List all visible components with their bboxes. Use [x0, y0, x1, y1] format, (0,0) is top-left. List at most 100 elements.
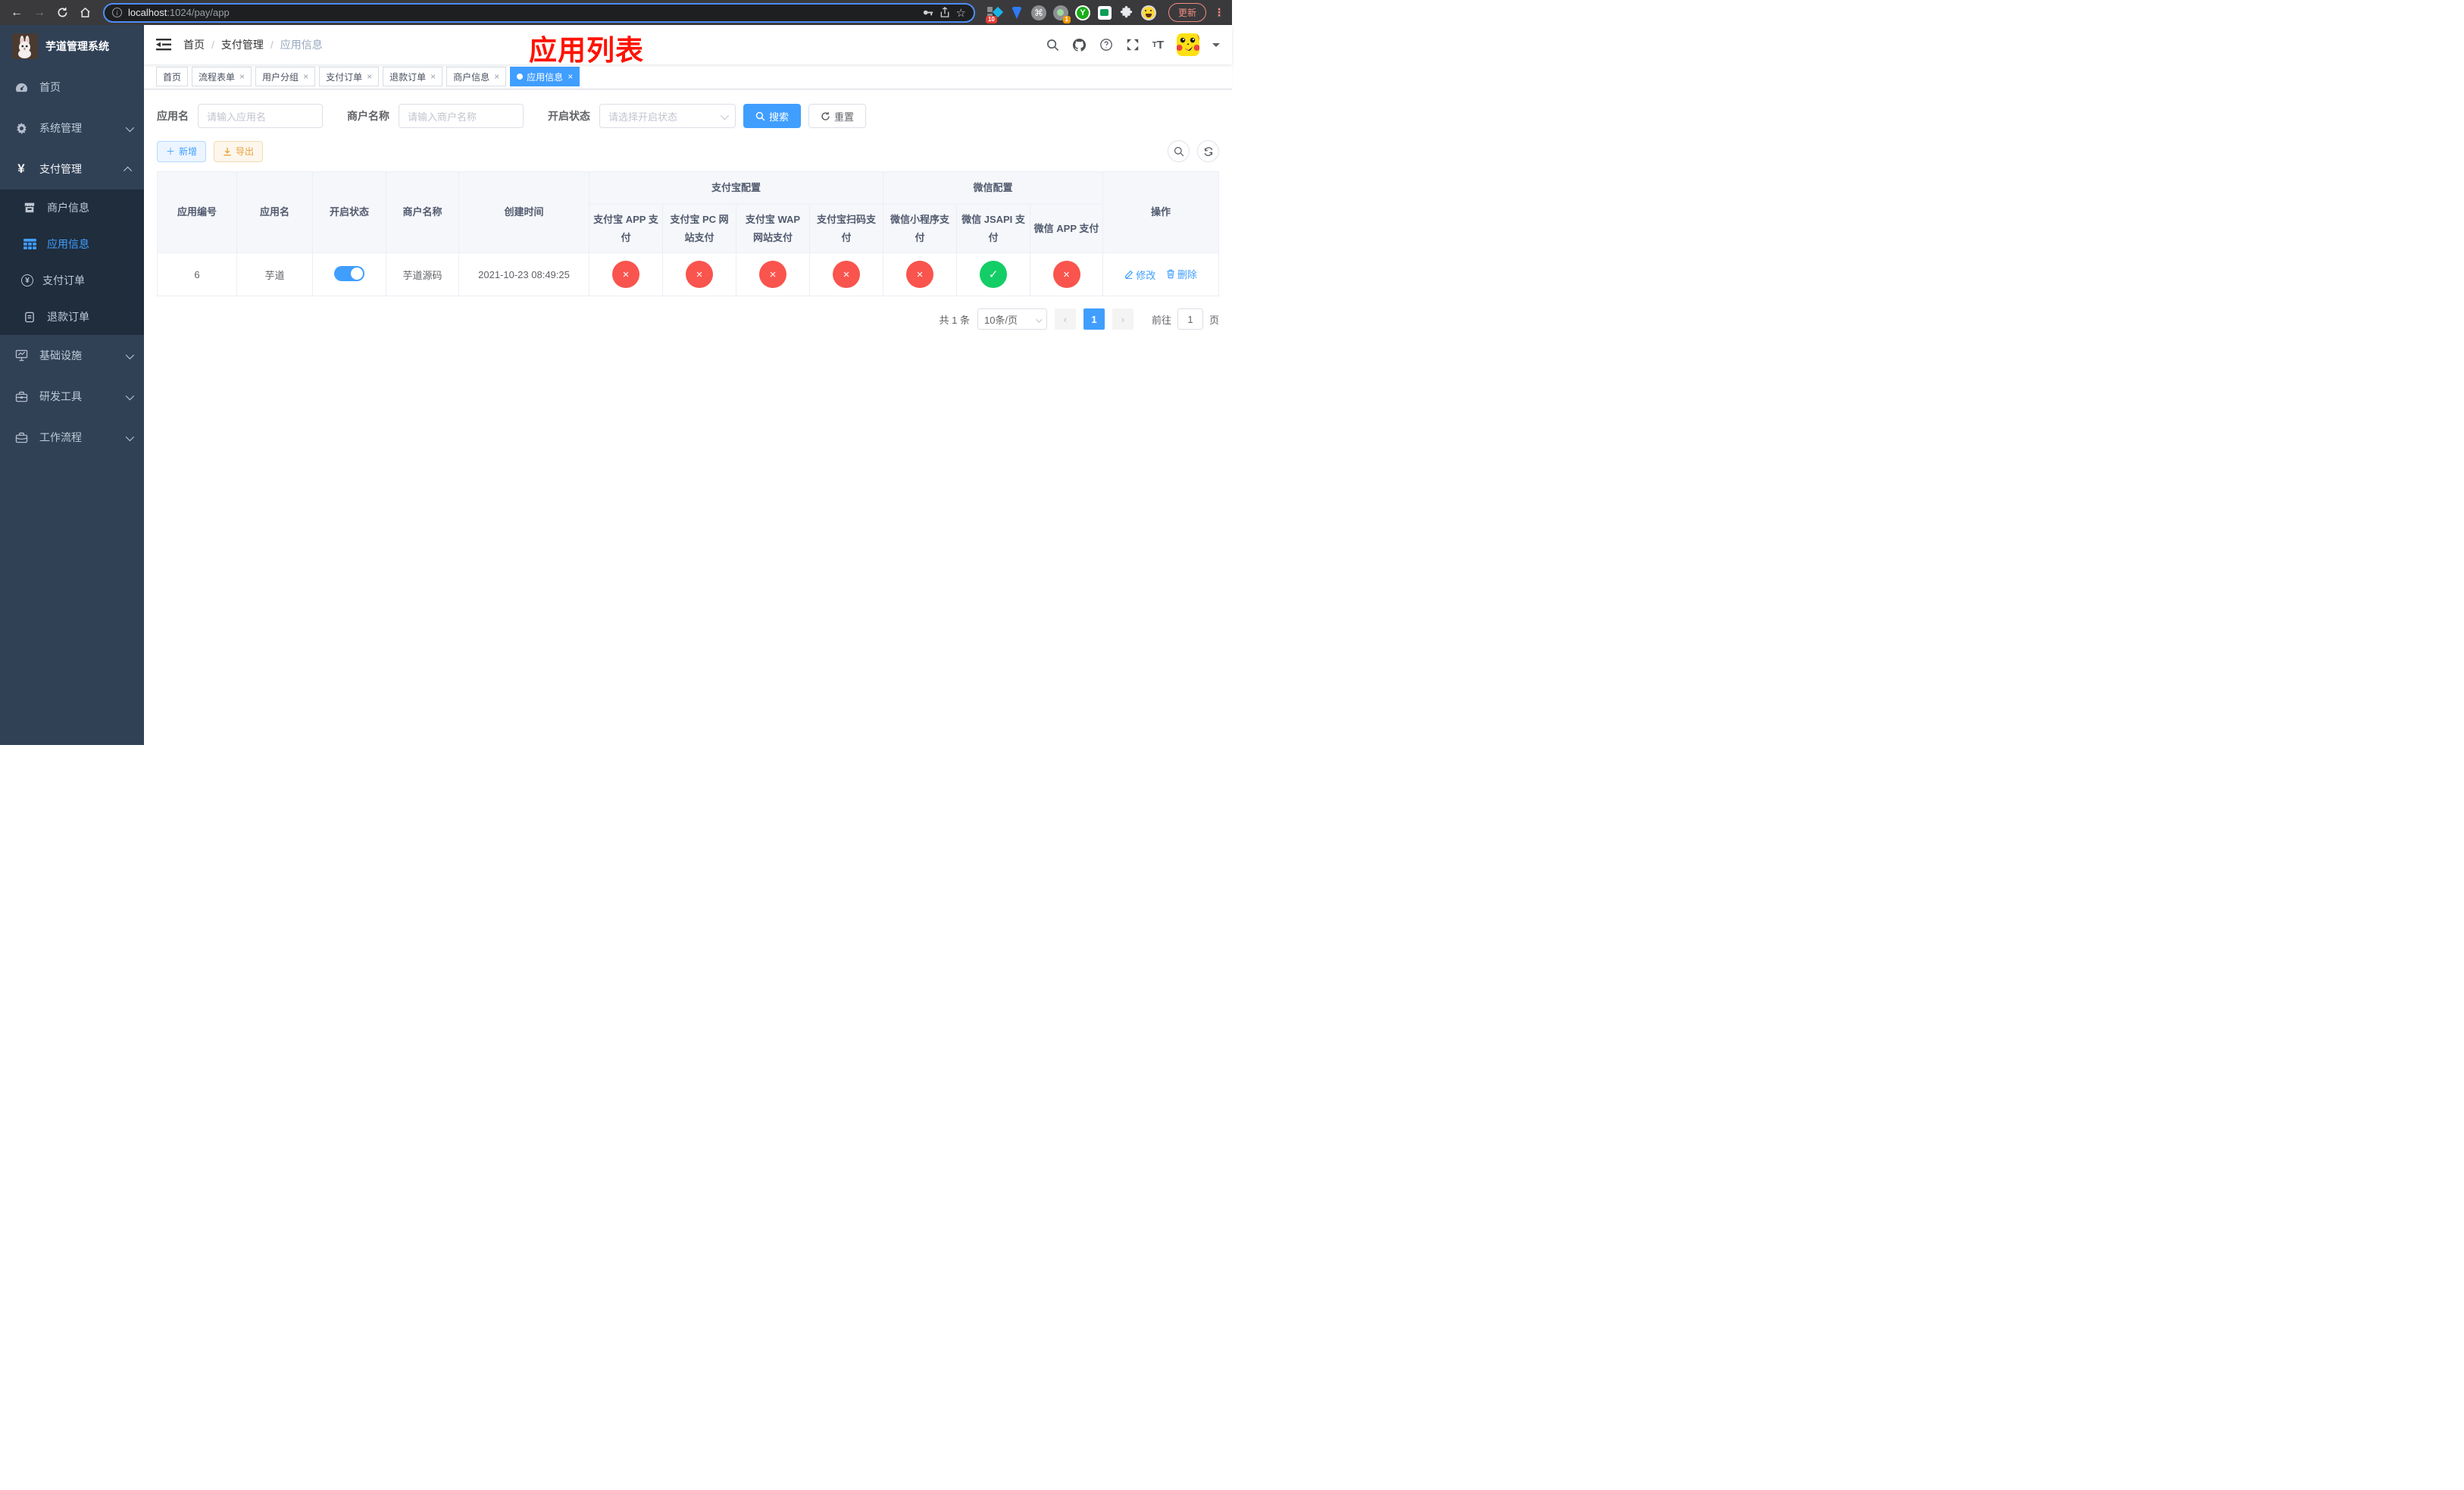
cell-channel-status: × [736, 252, 810, 296]
delete-link[interactable]: 删除 [1166, 267, 1197, 281]
col-alipay-wap: 支付宝 WAP 网站支付 [736, 204, 810, 253]
sidebar-item-infrastructure[interactable]: 基础设施 [0, 335, 144, 376]
sidebar-item-label: 商户信息 [47, 202, 89, 214]
cell-created: 2021-10-23 08:49:25 [458, 252, 589, 296]
yen-circle-icon: ¥ [21, 274, 33, 286]
extension-diamond-icon[interactable]: 10 [985, 5, 1004, 23]
chevron-up-icon [123, 163, 133, 176]
extensions-puzzle-icon[interactable] [1119, 5, 1134, 20]
header-search-icon[interactable] [1046, 39, 1059, 52]
status-select[interactable]: 请选择开启状态 [599, 104, 736, 128]
sidebar-item-refund-order[interactable]: 退款订单 [0, 299, 144, 335]
goto-page-input[interactable] [1177, 308, 1203, 330]
cross-circle-icon: × [833, 261, 860, 288]
sidebar-item-system[interactable]: 系统管理 [0, 108, 144, 149]
browser-forward-icon[interactable]: → [30, 4, 48, 22]
tab-app-info[interactable]: 应用信息 × [510, 67, 580, 86]
close-icon[interactable]: × [239, 72, 245, 81]
cell-app-id: 6 [157, 252, 237, 296]
cross-circle-icon: × [906, 261, 934, 288]
fullscreen-icon[interactable] [1126, 38, 1140, 52]
sidebar-item-label: 基础设施 [39, 349, 82, 362]
yen-icon: ¥ [17, 161, 25, 176]
close-icon[interactable]: × [430, 72, 436, 81]
sidebar-item-app-info[interactable]: 应用信息 [0, 226, 144, 262]
cell-merchant: 芋道源码 [386, 252, 459, 296]
sidebar-item-home[interactable]: 首页 [0, 67, 144, 108]
extension-recorder-icon[interactable]: 1 [1052, 5, 1071, 23]
cell-status [312, 252, 386, 296]
sidebar-item-label: 应用信息 [47, 238, 89, 250]
sidebar-item-devtools[interactable]: 研发工具 [0, 376, 144, 417]
extension-chat-icon[interactable] [1097, 5, 1112, 20]
merchant-name-input[interactable]: 请输入商户名称 [399, 104, 524, 128]
profile-emoji-icon[interactable] [1140, 5, 1156, 20]
share-icon[interactable] [940, 7, 950, 18]
extensions-row: 10 ⌘ 1 Y [985, 5, 1156, 23]
document-icon [21, 311, 38, 323]
tab-home[interactable]: 首页 [156, 67, 189, 86]
sidebar-item-label: 支付管理 [39, 163, 82, 175]
col-wechat-jsapi: 微信 JSAPI 支付 [956, 204, 1031, 253]
check-circle-icon: ✓ [980, 261, 1008, 288]
merchant-name-label: 商户名称 [347, 110, 389, 122]
extension-y-icon[interactable]: Y [1074, 5, 1090, 20]
refresh-button[interactable] [1197, 140, 1219, 162]
tab-user-group[interactable]: 用户分组 × [255, 67, 316, 86]
browser-home-icon[interactable] [76, 4, 94, 22]
page-info-icon[interactable]: i [112, 8, 122, 17]
font-size-icon[interactable]: TT [1152, 39, 1164, 52]
sidebar-toggle-icon[interactable] [156, 38, 171, 52]
chrome-menu-icon[interactable]: ⋮ [1214, 6, 1224, 19]
status-toggle[interactable] [334, 265, 364, 281]
active-dot [517, 74, 524, 80]
sidebar-item-merchant-info[interactable]: 商户信息 [0, 189, 144, 226]
col-wechat-app: 微信 APP 支付 [1030, 204, 1104, 253]
app-name-input[interactable]: 请输入应用名 [198, 104, 323, 128]
toggle-search-button[interactable] [1168, 140, 1190, 162]
avatar-caret-icon[interactable] [1212, 42, 1220, 51]
top-navbar: 首页 / 支付管理 / 应用信息 应用列表 TT [144, 25, 1232, 66]
add-button[interactable]: ＋ 新增 [157, 140, 207, 162]
breadcrumb-payment[interactable]: 支付管理 [221, 37, 264, 52]
browser-back-icon[interactable]: ← [8, 4, 26, 22]
chrome-update-button[interactable]: 更新 [1168, 3, 1206, 22]
sidebar-item-payment[interactable]: ¥ 支付管理 [0, 149, 144, 189]
cell-channel-status: × [1030, 252, 1104, 296]
extension-gem-icon[interactable] [1009, 5, 1024, 20]
breadcrumb-current: 应用信息 [280, 39, 323, 51]
close-icon[interactable]: × [494, 72, 499, 81]
tab-pay-order[interactable]: 支付订单 × [319, 67, 380, 86]
cross-circle-icon: × [1052, 261, 1080, 288]
tab-process-form[interactable]: 流程表单 × [192, 67, 252, 86]
extension-command-icon[interactable]: ⌘ [1030, 5, 1046, 20]
page-size-select[interactable]: 10条/页 [977, 308, 1047, 330]
next-page-button[interactable]: › [1112, 308, 1134, 330]
table-toolbar: ＋ 新增 导出 [157, 140, 1219, 162]
col-alipay-app: 支付宝 APP 支付 [589, 204, 663, 253]
address-bar[interactable]: i localhost:1024/pay/app ☆ [103, 2, 975, 23]
user-avatar[interactable] [1177, 33, 1199, 56]
bookmark-star-icon[interactable]: ☆ [956, 6, 966, 20]
edit-link[interactable]: 修改 [1124, 268, 1155, 282]
close-icon[interactable]: × [303, 72, 308, 81]
current-page-button[interactable]: 1 [1083, 308, 1105, 330]
prev-page-button[interactable]: ‹ [1054, 308, 1076, 330]
tab-refund-order[interactable]: 退款订单 × [383, 67, 443, 86]
page-title-annotation: 应用列表 [529, 35, 644, 66]
tab-merchant-info[interactable]: 商户信息 × [446, 67, 507, 86]
github-icon[interactable] [1072, 38, 1087, 52]
browser-reload-icon[interactable] [53, 4, 71, 22]
sidebar-item-workflow[interactable]: 工作流程 [0, 417, 144, 458]
search-button[interactable]: 搜索 [743, 104, 802, 128]
export-button[interactable]: 导出 [214, 140, 264, 162]
close-icon[interactable]: × [367, 72, 372, 81]
sidebar-logo-row[interactable]: 芋道管理系统 [0, 25, 144, 67]
breadcrumb-home[interactable]: 首页 [183, 37, 205, 52]
reset-button[interactable]: 重置 [808, 104, 867, 128]
help-icon[interactable] [1099, 38, 1113, 52]
close-icon[interactable]: × [568, 72, 573, 81]
sidebar-item-pay-order[interactable]: ¥ 支付订单 [0, 262, 144, 299]
filter-form: 应用名 请输入应用名 商户名称 请输入商户名称 开启状态 请选择开启状态 搜索 … [157, 104, 1219, 128]
password-key-icon[interactable] [922, 7, 933, 18]
